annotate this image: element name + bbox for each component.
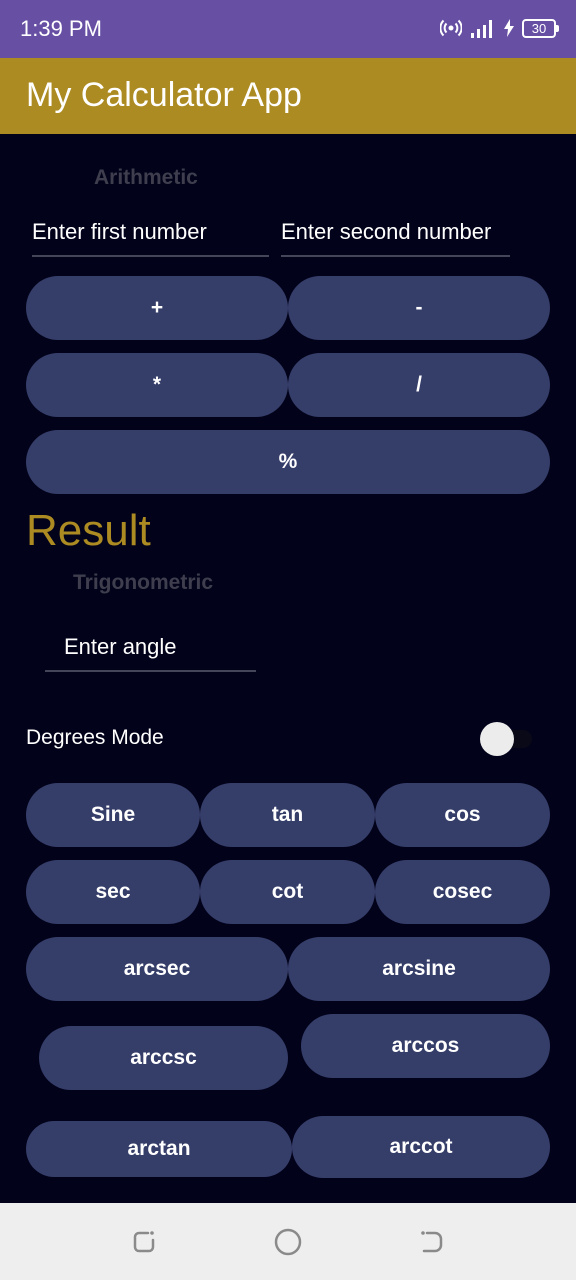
arccos-button[interactable]: arccos	[301, 1014, 550, 1078]
degrees-mode-switch[interactable]	[480, 722, 514, 756]
cos-button[interactable]: cos	[375, 783, 550, 847]
arccot-button[interactable]: arccot	[292, 1116, 550, 1178]
divide-button[interactable]: /	[288, 353, 550, 417]
signal-icon	[471, 20, 492, 38]
second-number-input[interactable]: Enter second number	[281, 209, 510, 257]
sine-button[interactable]: Sine	[26, 783, 200, 847]
status-icons: 30	[440, 17, 559, 39]
battery-icon: 30	[522, 18, 559, 38]
degrees-mode-label: Degrees Mode	[26, 726, 164, 749]
percent-button[interactable]: %	[26, 430, 550, 494]
arcsine-button[interactable]: arcsine	[288, 937, 550, 1001]
angle-placeholder: Enter angle	[64, 634, 177, 659]
recents-icon[interactable]	[130, 1228, 158, 1256]
second-number-placeholder: Enter second number	[281, 219, 492, 244]
system-nav-bar	[0, 1203, 576, 1280]
first-number-input[interactable]: Enter first number	[32, 209, 269, 257]
sec-button[interactable]: sec	[26, 860, 200, 924]
app-bar: My Calculator App	[0, 58, 576, 134]
result-label: Result	[26, 506, 151, 555]
multiply-button[interactable]: *	[26, 353, 288, 417]
arcsec-button[interactable]: arcsec	[26, 937, 288, 1001]
tan-button[interactable]: tan	[200, 783, 375, 847]
arccsc-button[interactable]: arccsc	[39, 1026, 288, 1090]
add-button[interactable]: +	[26, 276, 288, 340]
subtract-button[interactable]: -	[288, 276, 550, 340]
home-icon[interactable]	[274, 1228, 302, 1256]
status-bar: 1:39 PM 30	[0, 0, 576, 58]
status-time: 1:39 PM	[20, 16, 102, 41]
cot-button[interactable]: cot	[200, 860, 375, 924]
cosec-button[interactable]: cosec	[375, 860, 550, 924]
first-number-placeholder: Enter first number	[32, 219, 207, 244]
app-title: My Calculator App	[26, 76, 302, 114]
angle-input[interactable]: Enter angle	[45, 624, 256, 672]
arithmetic-section-label: Arithmetic	[94, 166, 198, 189]
charging-bolt-icon	[504, 19, 514, 37]
trigonometric-section-label: Trigonometric	[73, 571, 214, 594]
hotspot-icon	[440, 19, 462, 37]
arctan-button[interactable]: arctan	[26, 1121, 292, 1177]
back-icon[interactable]	[418, 1228, 446, 1256]
